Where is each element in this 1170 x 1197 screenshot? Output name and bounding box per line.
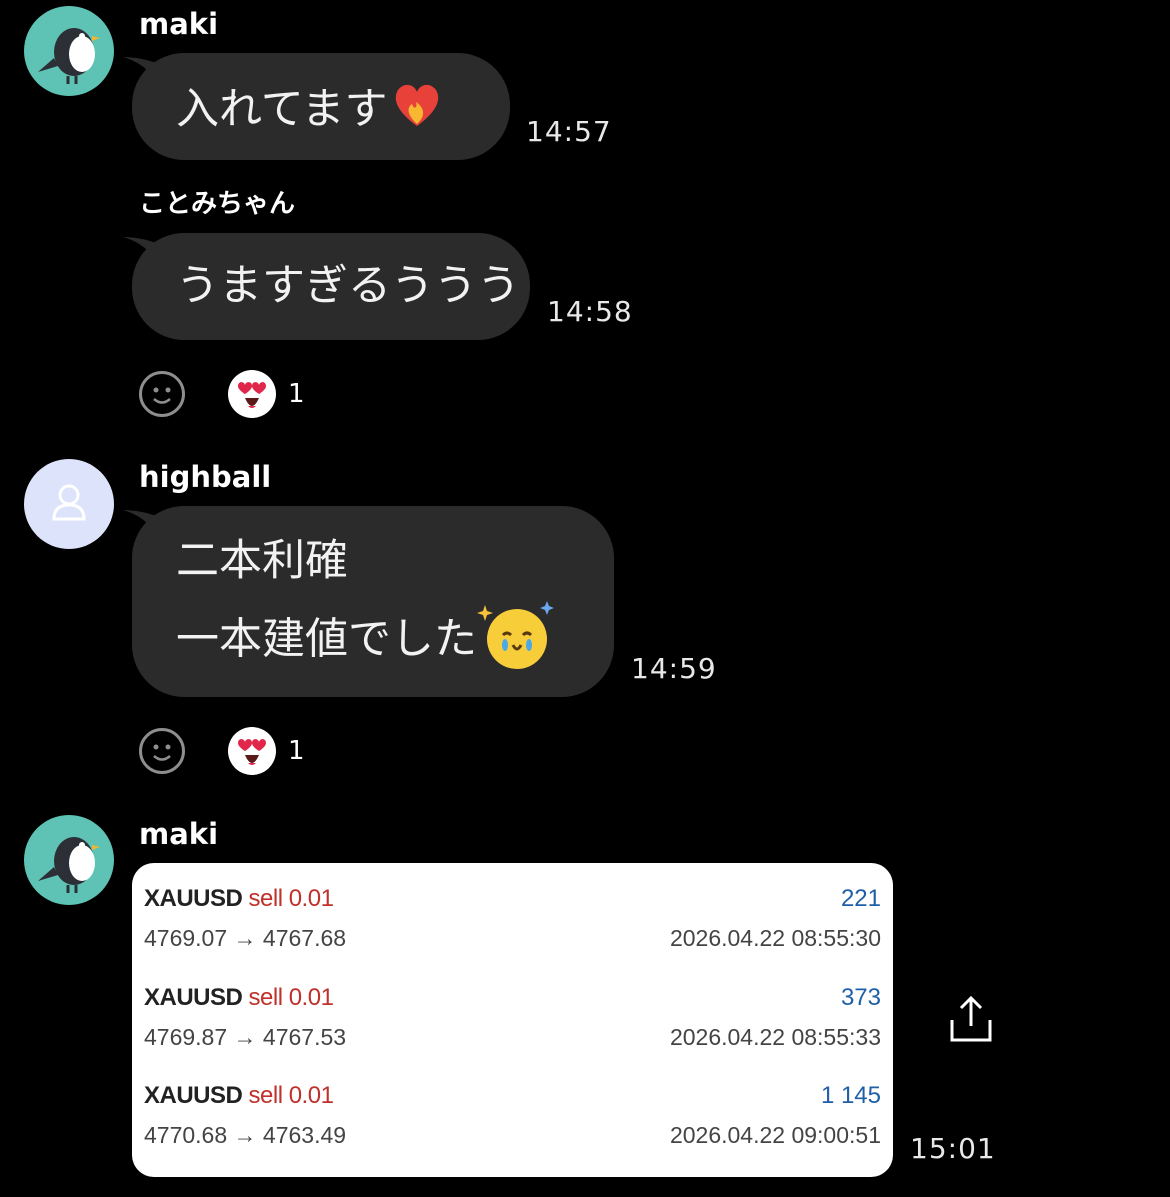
- bird-icon: [38, 837, 100, 893]
- share-icon: [950, 995, 992, 1042]
- reaction-count: 1: [288, 736, 305, 766]
- trade-lot: 0.01: [288, 885, 334, 912]
- trade-datetime: 2026.04.22 08:55:30: [669, 925, 881, 951]
- message-time: 14:59: [631, 652, 717, 685]
- trade-row: XAUUSD sell 0.01 373 4769.87 → 4767.53 2…: [144, 984, 881, 1064]
- add-reaction-button[interactable]: [139, 371, 185, 417]
- sparkling-teary-face-icon: [477, 593, 557, 691]
- message-bubble[interactable]: 入れてます: [132, 53, 510, 160]
- trade-datetime: 2026.04.22 09:00:51: [669, 1122, 881, 1148]
- reaction-heart-eyes[interactable]: [228, 727, 276, 775]
- heart-on-fire-icon: [388, 74, 446, 150]
- message-time: 14:58: [547, 295, 633, 328]
- trade-symbol: XAUUSD: [144, 1082, 243, 1109]
- trade-prices: 4769.87 → 4767.53: [144, 1024, 347, 1050]
- message-bubble[interactable]: うますぎるううう: [132, 233, 530, 340]
- avatar-maki[interactable]: [24, 6, 114, 96]
- bird-icon: [38, 28, 100, 84]
- heart-eyes-icon: [238, 739, 266, 765]
- message-text: 入れてます: [176, 84, 388, 135]
- trade-lot: 0.01: [288, 1082, 334, 1109]
- trade-symbol: XAUUSD: [144, 984, 243, 1011]
- trade-row: XAUUSD sell 0.01 1 145 4770.68 → 4763.49…: [144, 1082, 881, 1162]
- sender-name: ことみちゃん: [139, 189, 296, 219]
- smiley-icon: [153, 744, 171, 761]
- reaction-count: 1: [288, 379, 305, 409]
- message-text-line1: 二本利確: [176, 536, 348, 586]
- avatar-highball[interactable]: [24, 459, 114, 549]
- trade-prices: 4769.07 → 4767.68: [144, 925, 347, 951]
- smiley-icon: [153, 387, 171, 404]
- trade-profit: 373: [840, 984, 881, 1011]
- person-icon: [52, 484, 86, 521]
- message-bubble[interactable]: 二本利確 一本建値でした: [132, 506, 614, 697]
- trade-prices: 4770.68 → 4763.49: [144, 1122, 347, 1148]
- trade-side: sell: [248, 1082, 284, 1109]
- sender-name: highball: [139, 460, 272, 494]
- trade-side: sell: [248, 984, 284, 1011]
- message-time: 15:01: [910, 1132, 996, 1165]
- sender-name: maki: [139, 7, 219, 41]
- avatar-maki[interactable]: [24, 815, 114, 905]
- trade-side: sell: [248, 885, 284, 912]
- reaction-heart-eyes[interactable]: [228, 370, 276, 418]
- trade-history-image[interactable]: XAUUSD sell 0.01 221 4769.07 → 4767.68 2…: [132, 863, 893, 1177]
- trade-row: XAUUSD sell 0.01 221 4769.07 → 4767.68 2…: [144, 885, 881, 965]
- trade-profit: 221: [840, 885, 881, 912]
- message-text: うますぎるううう: [176, 261, 520, 311]
- sender-name: maki: [139, 817, 219, 851]
- trade-symbol: XAUUSD: [144, 885, 243, 912]
- trade-profit: 1 145: [820, 1082, 881, 1109]
- message-text-line2: 一本建値でした: [176, 614, 477, 665]
- message-time: 14:57: [526, 115, 612, 148]
- heart-eyes-icon: [238, 382, 266, 408]
- trade-datetime: 2026.04.22 08:55:33: [669, 1024, 881, 1050]
- share-button[interactable]: [946, 994, 996, 1044]
- trade-lot: 0.01: [288, 984, 334, 1011]
- add-reaction-button[interactable]: [139, 728, 185, 774]
